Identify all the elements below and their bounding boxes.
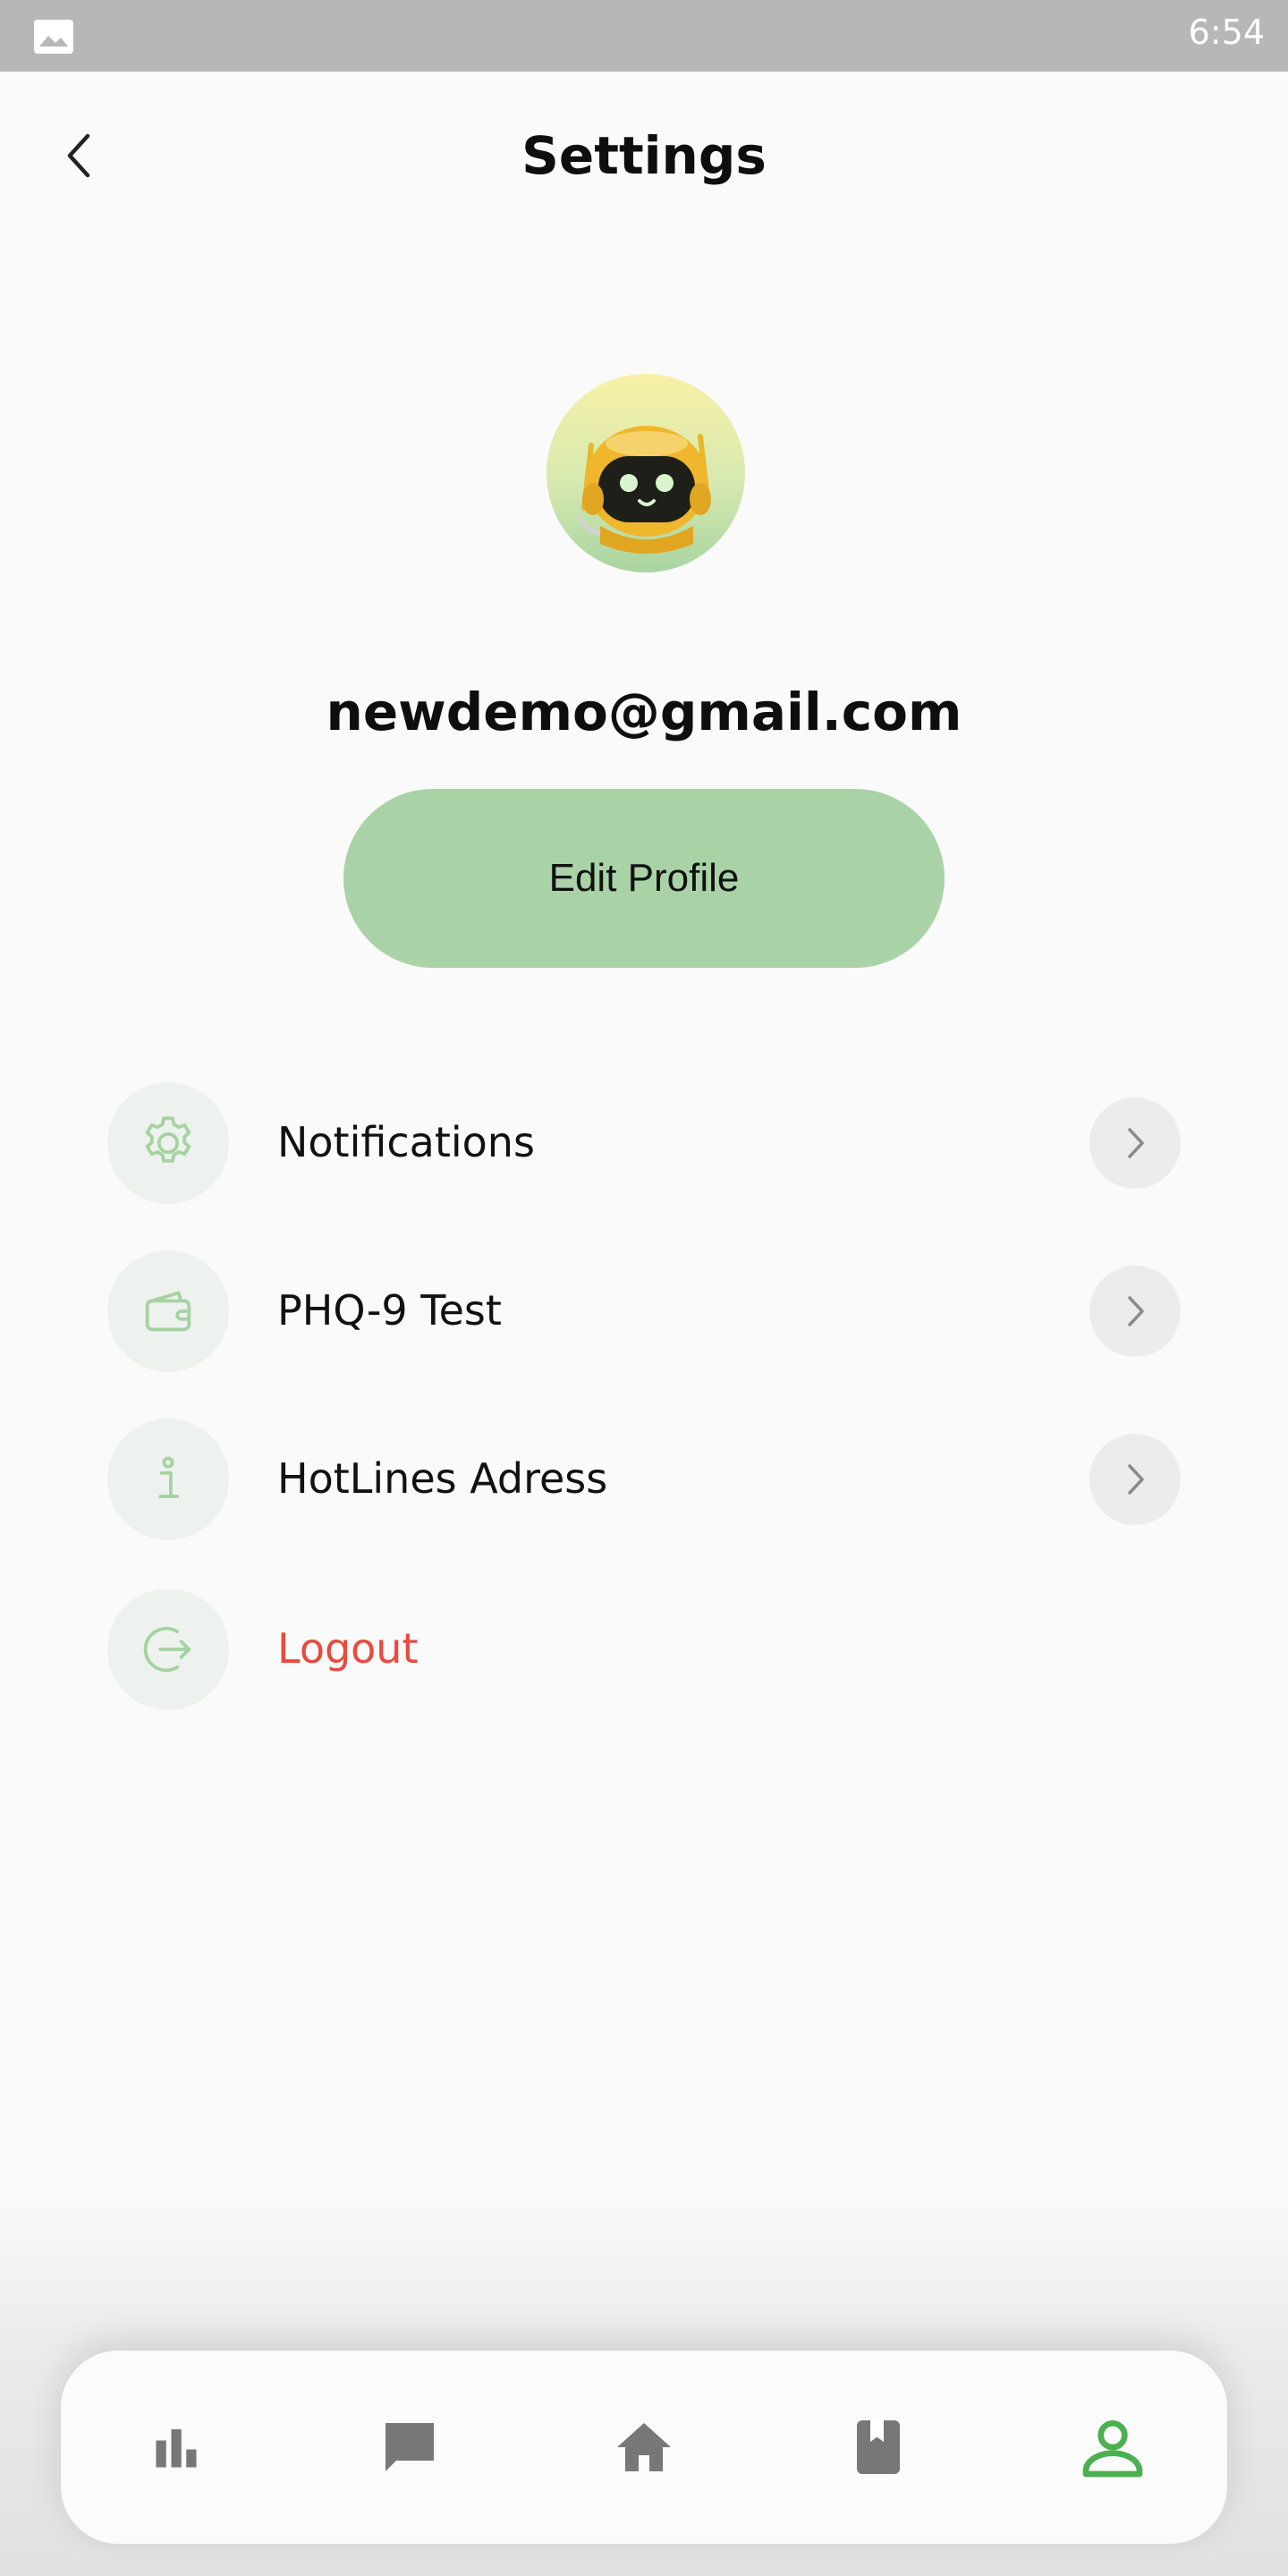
status-bar: 6:54 — [0, 0, 1288, 72]
bar-chart-icon — [156, 2429, 197, 2468]
image-notification-icon — [34, 20, 73, 54]
menu-item-logout[interactable]: Logout — [107, 1589, 1181, 1710]
bottom-nav — [61, 2351, 1227, 2544]
chevron-right-icon — [1128, 1296, 1144, 1326]
gear-icon — [145, 1116, 191, 1163]
menu-chevron-button[interactable] — [1089, 1266, 1181, 1357]
logout-icon — [143, 1626, 191, 1673]
menu-item-label: PHQ-9 Test — [277, 1286, 502, 1335]
nav-stats[interactable] — [131, 2402, 221, 2492]
status-time: 6:54 — [1188, 13, 1265, 52]
header: Settings — [0, 72, 1288, 242]
profile-email: newdemo@gmail.com — [326, 682, 962, 742]
home-icon — [617, 2423, 671, 2471]
chat-icon — [386, 2423, 434, 2471]
menu-chevron-button[interactable] — [1089, 1097, 1181, 1189]
robot-mascot-icon — [576, 426, 711, 554]
menu-icon-circle — [107, 1250, 229, 1372]
menu-item-label: HotLines Adress — [277, 1454, 608, 1503]
nav-profile[interactable] — [1068, 2402, 1157, 2492]
menu-item-label: Logout — [277, 1624, 419, 1673]
menu-icon-circle — [107, 1419, 229, 1540]
nav-journal[interactable] — [834, 2402, 923, 2492]
menu-chevron-button[interactable] — [1089, 1434, 1181, 1525]
edit-profile-button[interactable]: Edit Profile — [343, 789, 945, 968]
menu-item-phq9-test[interactable]: PHQ-9 Test — [107, 1250, 1181, 1372]
bookmark-book-icon — [857, 2420, 900, 2474]
info-icon — [158, 1456, 180, 1498]
page-title: Settings — [521, 125, 767, 186]
menu-item-hotlines-adress[interactable]: HotLines Adress — [107, 1419, 1181, 1540]
menu-item-label: Notifications — [277, 1118, 535, 1166]
avatar — [547, 374, 745, 572]
nav-chat[interactable] — [365, 2402, 454, 2492]
menu-item-notifications[interactable]: Notifications — [107, 1082, 1181, 1204]
menu-icon-circle — [107, 1082, 229, 1204]
nav-home[interactable] — [599, 2402, 689, 2492]
chevron-right-icon — [1128, 1128, 1144, 1158]
chevron-right-icon — [1128, 1464, 1144, 1495]
menu-icon-circle — [107, 1589, 229, 1710]
wallet-icon — [145, 1291, 191, 1332]
profile-icon — [1082, 2420, 1143, 2478]
